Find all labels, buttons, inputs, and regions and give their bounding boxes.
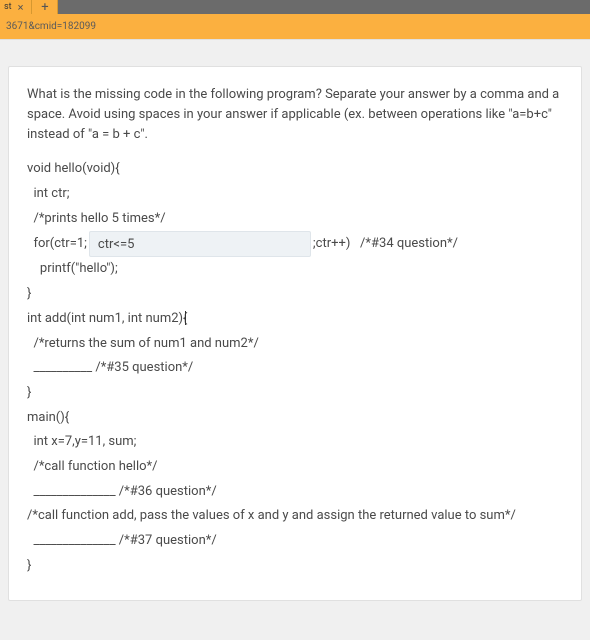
- browser-tab[interactable]: st ×: [0, 0, 32, 14]
- code-block: void hello(void){ int ctr; /*prints hell…: [27, 157, 563, 578]
- code-text: int add(int num1, int num2){: [27, 311, 187, 326]
- code-line: int x=7,y=11, sum;: [27, 430, 563, 455]
- code-line: }: [27, 554, 563, 579]
- code-line: /*call function add, pass the values of …: [27, 504, 563, 529]
- code-line: /*prints hello 5 times*/: [27, 207, 563, 232]
- code-line: printf("hello");: [27, 257, 563, 282]
- code-line: ______________ /*#37 question*/: [27, 529, 563, 554]
- code-line: /*call function hello*/: [27, 455, 563, 480]
- answer-input-34[interactable]: [89, 231, 311, 257]
- question-prompt: What is the missing code in the followin…: [27, 85, 563, 145]
- close-icon[interactable]: ×: [18, 2, 24, 13]
- code-line: int ctr;: [27, 182, 563, 207]
- url-bar[interactable]: 3671&cmid=182099: [0, 14, 590, 40]
- url-text: 3671&cmid=182099: [6, 21, 96, 32]
- code-line: int add(int num1, int num2){: [27, 307, 563, 332]
- code-line: void hello(void){: [27, 157, 563, 182]
- code-line: ______________ /*#36 question*/: [27, 480, 563, 505]
- code-line: /*returns the sum of num1 and num2*/: [27, 332, 563, 357]
- code-line: }: [27, 381, 563, 406]
- browser-tab-strip: st × +: [0, 0, 590, 14]
- code-line: __________ /*#35 question*/: [27, 356, 563, 381]
- code-line: main(){: [27, 406, 563, 431]
- code-line-with-input: for(ctr=1; ;ctr++) /*#34 question*/: [27, 231, 563, 257]
- code-line: }: [27, 282, 563, 307]
- content-area: What is the missing code in the followin…: [0, 40, 590, 609]
- question-card: What is the missing code in the followin…: [8, 66, 582, 601]
- new-tab-button[interactable]: +: [32, 0, 58, 14]
- text-cursor: [185, 311, 186, 325]
- code-fragment: ;ctr++) /*#34 question*/: [313, 232, 458, 257]
- tab-title: st: [4, 2, 12, 12]
- code-fragment: for(ctr=1;: [27, 232, 87, 257]
